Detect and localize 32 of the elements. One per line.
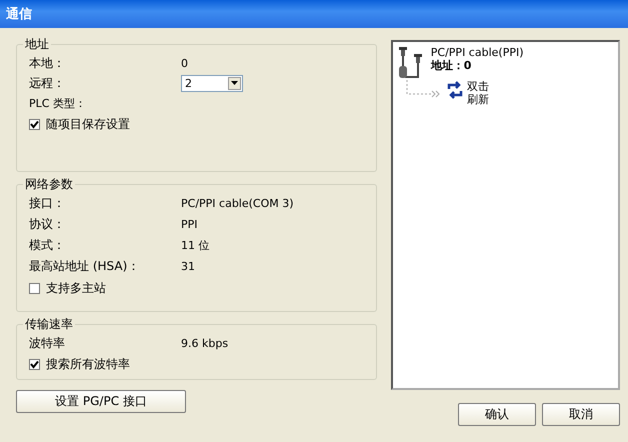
group-title: 网络参数 [24,176,74,193]
remote-dropdown[interactable]: 2 [181,74,243,92]
field-value: PC/PPI cable(COM 3) [181,197,294,210]
field-label: 接口： [29,195,66,212]
cancel-button[interactable]: 取消 [542,403,620,426]
field-value: 31 [181,260,195,273]
group-title: 地址 [24,36,50,53]
field-label: 模式： [29,237,66,254]
field-label: 最高站地址 (HSA)： [29,258,140,275]
checkbox[interactable] [29,118,40,130]
field-label: 远程： [29,74,66,92]
field-label: 本地： [29,54,66,72]
field-label: 波特率 [29,334,66,352]
checkbox[interactable] [29,282,40,294]
set-interface-button[interactable]: 设置 PG/PC 接口 [16,390,186,413]
field-value: 11 位 [181,238,210,253]
cable-name[interactable]: PC/PPI cable(PPI) [430,46,524,59]
checkbox-label: 随项目保存设置 [46,116,130,132]
checkbox[interactable] [29,358,40,370]
window-title: 通信 [6,6,32,23]
refresh-label[interactable]: 双击 [466,80,489,93]
checkbox-label: 搜索所有波特率 [46,356,130,372]
refresh-label[interactable]: 刷新 [466,93,489,106]
field-value: 0 [181,56,188,70]
ok-button[interactable]: 确认 [458,403,536,426]
field-value: PPI [181,218,198,231]
field-value: 9.6 kbps [181,336,228,350]
checkbox-label: 支持多主站 [46,280,106,296]
field-label: 协议： [29,216,66,233]
field-label: PLC 类型： [29,96,87,110]
group-title: 传输速率 [24,316,74,333]
cable-address[interactable]: 地址：0 [430,59,524,72]
